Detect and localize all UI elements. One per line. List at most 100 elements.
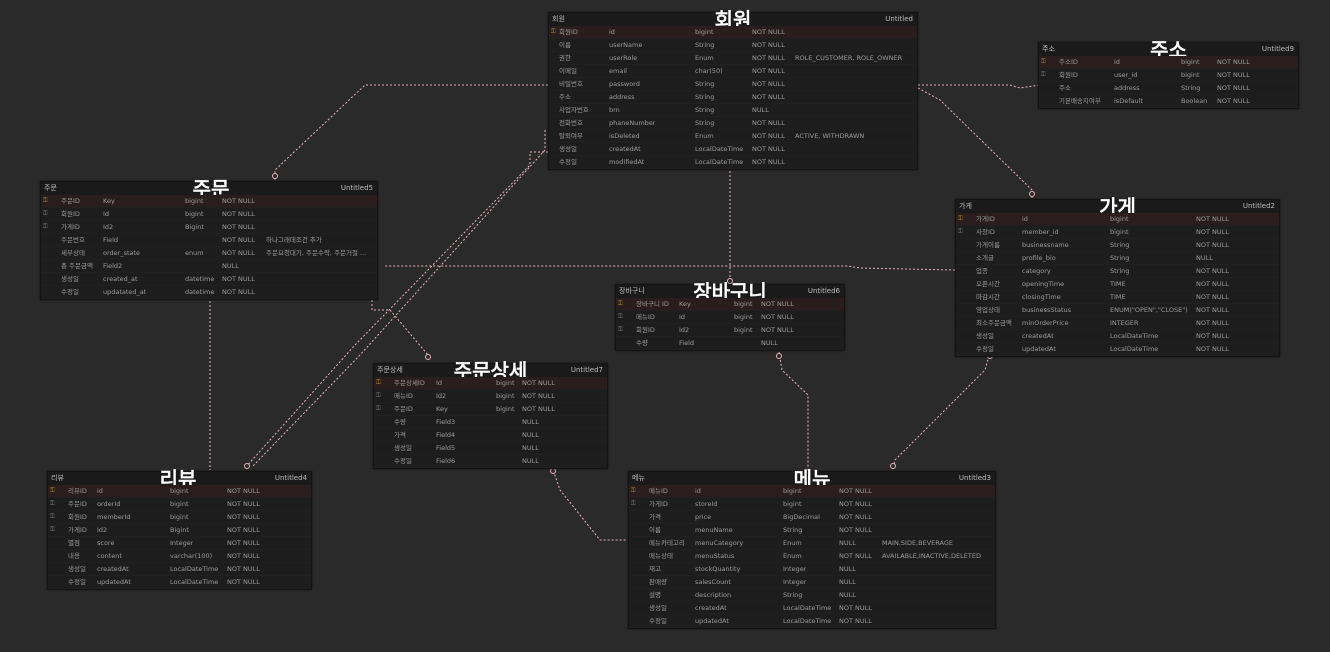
table-row[interactable]: ⚿ 가게ID storeId bigint NOT NULL (629, 498, 995, 511)
table-row[interactable]: 메뉴상태 menuStatus Enum NOT NULL AVAILABLE,INAC… (629, 550, 995, 563)
table-row[interactable]: 가게이름 businessname String NOT NULL (956, 239, 1279, 252)
column-logical-name: 비밀번호 (559, 80, 583, 88)
table-row[interactable]: 수량 Field NULL (616, 337, 844, 350)
table-row[interactable]: 내용 content varchar(100) NOT NULL (48, 550, 311, 563)
table-row[interactable]: 탈퇴여부 isDeleted Enum NOT NULL ACTIVE, WITHDRA… (549, 130, 917, 143)
column-logical-name: 수정일 (68, 578, 86, 586)
entity-order-detail[interactable]: 주문상세 주문상세 Untitled7 ⚿ 주문상세ID Id bigint NOT N… (373, 361, 608, 469)
column-physical-name: content (97, 552, 122, 560)
table-row[interactable]: ⚿ 가게ID Id2 Bigint NOT NULL (48, 524, 311, 537)
table-row[interactable]: 이름 userName String NOT NULL (549, 39, 917, 52)
entity-header[interactable]: 주문 주문 Untitled5 (41, 179, 377, 199)
entity-review[interactable]: 리뷰 리뷰 Untitled4 ⚿ 리뷰ID id bigint NOT NULL ⚿ 주문… (47, 469, 312, 590)
column-physical-name: updatedAt (695, 617, 729, 625)
table-row[interactable]: 가격 price BigDecimal NOT NULL (629, 511, 995, 524)
table-row[interactable]: 수정일 updatedAt LocalDateTime NOT NULL (48, 576, 311, 589)
table-row[interactable]: 마감시간 closingTime TIME NOT NULL (956, 291, 1279, 304)
entity-cart[interactable]: 장바구니 장바구니 Untitled6 ⚿ 장바구니 ID Key bigint NOT… (615, 282, 845, 351)
table-row[interactable]: ⚿ 주소ID id bigint NOT NULL (1039, 56, 1298, 69)
table-row[interactable]: 기본배송지여부 isDefault Boolean NOT NULL (1039, 95, 1298, 108)
table-row[interactable]: ⚿ 주문ID Key bigint NOT NULL (41, 195, 377, 208)
table-row[interactable]: 판매량 salesCount Integer NULL (629, 576, 995, 589)
table-row[interactable]: 총 주문금액 Field2 NULL (41, 260, 377, 273)
table-row[interactable]: 주문번호 Field NOT NULL 하나그래데조건 추가 (41, 234, 377, 247)
table-row[interactable]: 주소 address String NOT NULL (549, 91, 917, 104)
table-row[interactable]: 소개글 profile_bio String NULL (956, 252, 1279, 265)
table-row[interactable]: 수정일 Field6 NULL (374, 455, 607, 468)
column-physical-name: id (97, 487, 103, 495)
entity-header[interactable]: 리뷰 리뷰 Untitled4 (48, 469, 311, 489)
entity-table-name: Untitled7 (570, 366, 603, 374)
table-row[interactable]: 수정일 updatated_at datetime NOT NULL (41, 286, 377, 299)
table-row[interactable]: 설명 description String NULL (629, 589, 995, 602)
table-row[interactable]: 오픈시간 openingTime TIME NOT NULL (956, 278, 1279, 291)
table-row[interactable]: 이메일 email char(50) NOT NULL (549, 65, 917, 78)
table-row[interactable]: 사업자번호 brn String NULL (549, 104, 917, 117)
entity-member[interactable]: 회원 회원 Untitled ⚿ 회원ID id bigint NOT NULL 이름 us… (548, 10, 918, 170)
table-row[interactable]: 수정일 modifiedAt LocalDateTime NOT NULL (549, 156, 917, 169)
column-physical-name: Key (679, 300, 691, 308)
column-nullable: NOT NULL (752, 158, 785, 166)
table-row[interactable]: ⚿ 가게ID Id2 Bigint NOT NULL (41, 221, 377, 234)
table-row[interactable]: 생성일 createdAt LocalDateTime NOT NULL (629, 602, 995, 615)
table-row[interactable]: ⚿ 회원ID id bigint NOT NULL (549, 26, 917, 39)
table-row[interactable]: 주소 address String NOT NULL (1039, 82, 1298, 95)
table-row[interactable]: 생성일 createdAt LocalDateTime NOT NULL (48, 563, 311, 576)
column-type: Integer (783, 578, 807, 586)
table-row[interactable]: ⚿ 회원ID Id2 bigint NOT NULL (616, 324, 844, 337)
entity-address[interactable]: 주소 주소 Untitled9 ⚿ 주소ID id bigint NOT NULL ⚿ 회원… (1038, 40, 1299, 109)
table-row[interactable]: ⚿ 메뉴ID Id2 bigint NOT NULL (374, 390, 607, 403)
entity-header[interactable]: 장바구니 장바구니 Untitled6 (616, 282, 844, 302)
table-row[interactable]: 별점 score Integer NOT NULL (48, 537, 311, 550)
table-row[interactable]: 전화번호 phaneNumber String NOT NULL (549, 117, 917, 130)
table-row[interactable]: 가격 Field4 NULL (374, 429, 607, 442)
column-type: LocalDateTime (170, 578, 219, 586)
table-row[interactable]: 수정일 updatedAt LocalDateTime NOT NULL (629, 615, 995, 628)
table-row[interactable]: 생성일 createdAt LocalDateTime NOT NULL (549, 143, 917, 156)
table-row[interactable]: 생성일 Field5 NULL (374, 442, 607, 455)
table-row[interactable]: 영업상태 businessStatus ENUM("OPEN","CLOSE") NO… (956, 304, 1279, 317)
entity-menu[interactable]: 메뉴 메뉴 Untitled3 ⚿ 메뉴ID id bigint NOT NULL ⚿ 가게… (628, 469, 996, 629)
table-row[interactable]: 수량 Field3 NULL (374, 416, 607, 429)
column-type: Integer (783, 565, 807, 573)
entity-store[interactable]: 가게 가게 Untitled2 ⚿ 가게ID id bigint NOT NULL ⚿ 사장… (955, 197, 1280, 357)
table-row[interactable]: 세부상태 order_state enum NOT NULL 주문요청대기, 주문수락,… (41, 247, 377, 260)
table-row[interactable]: ⚿ 주문ID Key bigint NOT NULL (374, 403, 607, 416)
table-row[interactable]: ⚿ 회원ID Id bigint NOT NULL (41, 208, 377, 221)
column-logical-name: 주문ID (68, 500, 87, 508)
column-logical-name: 리뷰ID (68, 487, 87, 495)
entity-header[interactable]: 가게 가게 Untitled2 (956, 197, 1279, 217)
table-row[interactable]: ⚿ 회원ID user_id bigint NOT NULL (1039, 69, 1298, 82)
column-physical-name: Field3 (436, 418, 456, 426)
entity-header[interactable]: 주문상세 주문상세 Untitled7 (374, 361, 607, 381)
column-type: LocalDateTime (1110, 345, 1159, 353)
column-comment: ROLE_CUSTOMER, ROLE_OWNER (795, 54, 903, 62)
table-row[interactable]: ⚿ 사장ID member_id bigint NOT NULL (956, 226, 1279, 239)
column-nullable: NOT NULL (227, 565, 260, 573)
table-row[interactable]: ⚿ 회원ID memberId bigint NOT NULL (48, 511, 311, 524)
table-row[interactable]: 이름 menuName String NOT NULL (629, 524, 995, 537)
table-row[interactable]: ⚿ 리뷰ID id bigint NOT NULL (48, 485, 311, 498)
entity-order[interactable]: 주문 주문 Untitled5 ⚿ 주문ID Key bigint NOT NULL ⚿ 회… (40, 179, 378, 300)
entity-header[interactable]: 메뉴 메뉴 Untitled3 (629, 469, 995, 489)
table-row[interactable]: 업종 category String NOT NULL (956, 265, 1279, 278)
entity-header[interactable]: 회원 회원 Untitled (549, 10, 917, 30)
table-row[interactable]: ⚿ 장바구니 ID Key bigint NOT NULL (616, 298, 844, 311)
table-row[interactable]: 생성일 createdAt LocalDateTime NOT NULL (956, 330, 1279, 343)
table-row[interactable]: 비밀번호 password String NOT NULL (549, 78, 917, 91)
table-row[interactable]: ⚿ 주문상세ID Id bigint NOT NULL (374, 377, 607, 390)
table-row[interactable]: 재고 stockQuantity Integer NULL (629, 563, 995, 576)
table-row[interactable]: ⚿ 메뉴ID id bigint NOT NULL (629, 485, 995, 498)
table-row[interactable]: ⚿ 메뉴ID Id bigint NOT NULL (616, 311, 844, 324)
entity-header[interactable]: 주소 주소 Untitled9 (1039, 40, 1298, 60)
table-row[interactable]: ⚿ 주문ID orderId bigint NOT NULL (48, 498, 311, 511)
foreign-key-icon: ⚿ (376, 392, 381, 399)
table-row[interactable]: 메뉴카테고리 menuCategory Enum NULL MAIN,SIDE,BEVE… (629, 537, 995, 550)
table-row[interactable]: 최소주문금액 minOrderPrice INTEGER NOT NULL (956, 317, 1279, 330)
table-row[interactable]: 생성일 created_at datetime NOT NULL (41, 273, 377, 286)
table-row[interactable]: 수정일 updatedAt LocalDateTime NOT NULL (956, 343, 1279, 356)
table-row[interactable]: ⚿ 가게ID id bigint NOT NULL (956, 213, 1279, 226)
column-nullable: NOT NULL (752, 93, 785, 101)
column-comment: AVAILABLE,INACTIVE,DELETED (882, 552, 981, 560)
table-row[interactable]: 권한 userRole Enum NOT NULL ROLE_CUSTOMER, ROL… (549, 52, 917, 65)
